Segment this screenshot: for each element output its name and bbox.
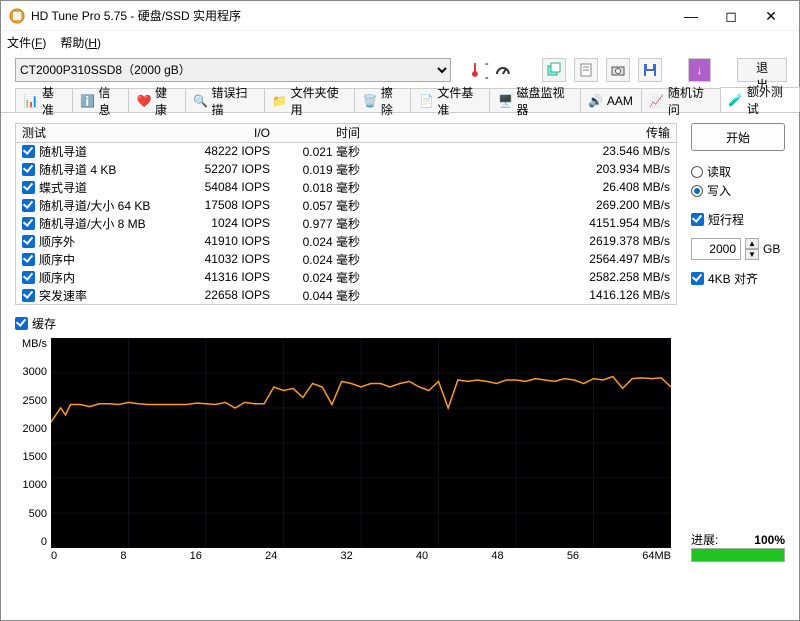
cache-checkbox-row[interactable]: 缓存 [15, 315, 677, 332]
table-row: 顺序内41316 IOPS0.024 毫秒2582.258 MB/s [16, 268, 676, 286]
progress-bar [691, 548, 785, 562]
thermometer-icon [467, 62, 483, 78]
checkbox-icon [15, 317, 28, 330]
radio-icon [691, 166, 703, 178]
checkbox-icon [691, 272, 704, 285]
monitor-icon: 🖥️ [498, 94, 512, 108]
menu-bar: 文件(F) 帮助(H) [1, 31, 799, 53]
chart-x-axis: 0816243240485664MB [51, 550, 671, 562]
file-icon: 📄 [419, 94, 433, 108]
table-row: 随机寻道/大小 8 MB1024 IOPS0.977 毫秒4151.954 MB… [16, 214, 676, 232]
checkbox-icon [22, 253, 35, 266]
options-button[interactable]: ↓ [688, 58, 712, 82]
table-row: 顺序外41910 IOPS0.024 毫秒2619.378 MB/s [16, 232, 676, 250]
chart-y-axis: MB/s300025002000150010005000 [15, 338, 51, 548]
trash-icon: 🗑️ [363, 94, 377, 108]
gauge-icon: 📊 [24, 94, 38, 108]
tab-info[interactable]: ℹ️信息 [72, 88, 130, 112]
tab-errorscan[interactable]: 🔍错误扫描 [185, 88, 265, 112]
title-bar: HD Tune Pro 5.75 - 硬盘/SSD 实用程序 ― ◻ ✕ [1, 1, 799, 31]
copy-screenshot-button[interactable] [542, 58, 566, 82]
window-title: HD Tune Pro 5.75 - 硬盘/SSD 实用程序 [31, 7, 671, 24]
checkbox-icon [22, 181, 35, 194]
table-row: 突发速率22658 IOPS0.044 毫秒1416.126 MB/s [16, 286, 676, 304]
tab-health[interactable]: ❤️健康 [128, 88, 186, 112]
temperature-display: -- [467, 56, 511, 84]
short-stroke-input[interactable] [691, 238, 741, 260]
col-test[interactable]: 测试 [16, 124, 186, 142]
chart-canvas [51, 338, 671, 548]
menu-file[interactable]: 文件(F) [7, 34, 46, 51]
checkbox-icon [691, 213, 704, 226]
device-select[interactable]: CT2000P310SSD8（2000 gB） [15, 58, 451, 82]
tab-bar: 📊基准 ℹ️信息 ❤️健康 🔍错误扫描 📁文件夹使用 🗑️擦除 📄文件基准 🖥️… [1, 87, 799, 113]
progress-value: 100% [754, 533, 785, 547]
short-stroke-checkbox[interactable]: 短行程 [691, 211, 785, 228]
extra-icon: 🧪 [729, 93, 743, 107]
speaker-icon: 🔊 [589, 94, 603, 108]
table-row: 随机寻道48222 IOPS0.021 毫秒23.546 MB/s [16, 142, 676, 160]
info-icon: ℹ️ [81, 94, 95, 108]
radio-icon [691, 185, 703, 197]
minimize-button[interactable]: ― [671, 2, 711, 30]
tab-erase[interactable]: 🗑️擦除 [354, 88, 412, 112]
save-button[interactable] [638, 58, 662, 82]
table-row: 顺序中41032 IOPS0.024 毫秒2564.497 MB/s [16, 250, 676, 268]
menu-help[interactable]: 帮助(H) [60, 34, 101, 51]
tab-randomaccess[interactable]: 📈随机访问 [641, 88, 721, 112]
table-row: 蝶式寻道54084 IOPS0.018 毫秒26.408 MB/s [16, 178, 676, 196]
radio-read[interactable]: 读取 [691, 163, 785, 180]
start-button[interactable]: 开始 [691, 123, 785, 151]
checkbox-icon [22, 199, 35, 212]
table-row: 随机寻道/大小 64 KB17508 IOPS0.057 毫秒269.200 M… [16, 196, 676, 214]
health-icon: ❤️ [137, 94, 151, 108]
gauge-icon [495, 62, 511, 78]
spin-down-button[interactable]: ▼ [745, 249, 759, 260]
table-row: 随机寻道 4 KB52207 IOPS0.019 毫秒203.934 MB/s [16, 160, 676, 178]
col-xfer[interactable]: 传输 [366, 124, 676, 142]
random-icon: 📈 [650, 94, 664, 108]
tab-diskmonitor[interactable]: 🖥️磁盘监视器 [489, 88, 580, 112]
chart-area [51, 338, 671, 548]
main-panel: 测试 I/O 时间 传输 随机寻道48222 IOPS0.021 毫秒23.54… [1, 113, 799, 572]
tab-filebench[interactable]: 📄文件基准 [410, 88, 490, 112]
checkbox-icon [22, 217, 35, 230]
folder-icon: 📁 [273, 94, 287, 108]
tab-benchmark[interactable]: 📊基准 [15, 88, 73, 112]
device-toolbar: CT2000P310SSD8（2000 gB） -- ↓ 退出 [1, 53, 799, 87]
checkbox-icon [22, 163, 35, 176]
app-icon [9, 8, 25, 24]
results-table: 测试 I/O 时间 传输 随机寻道48222 IOPS0.021 毫秒23.54… [15, 123, 677, 305]
tab-extratests[interactable]: 🧪额外测试 [720, 87, 800, 112]
checkbox-icon [22, 235, 35, 248]
screenshot-button[interactable] [606, 58, 630, 82]
exit-button[interactable]: 退出 [737, 58, 787, 82]
close-button[interactable]: ✕ [751, 2, 791, 30]
col-time[interactable]: 时间 [276, 124, 366, 142]
short-stroke-unit: GB [763, 242, 780, 256]
progress-label: 进展: [691, 531, 718, 548]
maximize-button[interactable]: ◻ [711, 2, 751, 30]
tab-folderusage[interactable]: 📁文件夹使用 [264, 88, 355, 112]
checkbox-icon [22, 271, 35, 284]
spin-up-button[interactable]: ▲ [745, 238, 759, 249]
checkbox-icon [22, 145, 35, 158]
radio-write[interactable]: 写入 [691, 182, 785, 199]
search-icon: 🔍 [194, 94, 208, 108]
col-io[interactable]: I/O [186, 124, 276, 142]
align-4kb-checkbox[interactable]: 4KB 对齐 [691, 270, 785, 287]
checkbox-icon [22, 289, 35, 302]
tab-aam[interactable]: 🔊AAM [580, 88, 642, 112]
copy-info-button[interactable] [574, 58, 598, 82]
